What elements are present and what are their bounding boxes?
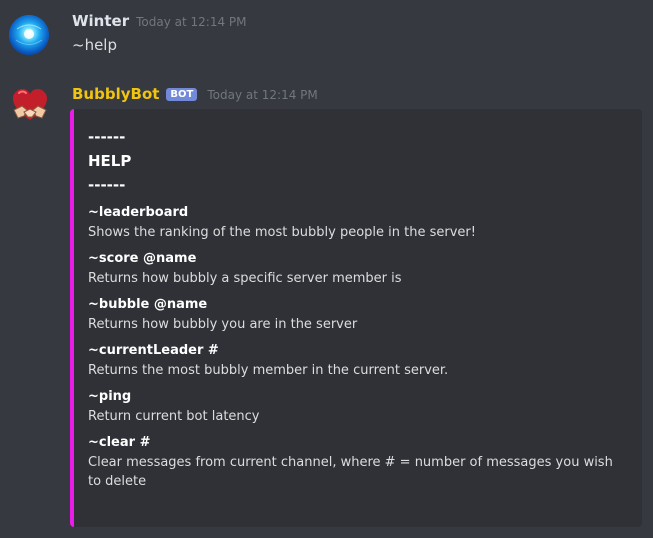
embed-field: ~clear # Clear messages from current cha…	[88, 433, 628, 491]
embed-field: ~leaderboard Shows the ranking of the mo…	[88, 203, 628, 242]
message-winter: Winter Today at 12:14 PM ~help	[0, 0, 653, 70]
heart-handshake-avatar-graphic	[13, 89, 47, 120]
field-name: ~bubble @name	[88, 297, 208, 312]
embed-field: ~ping Return current bot latency	[88, 387, 628, 426]
heart-handshake-avatar-icon[interactable]	[10, 86, 50, 126]
embed-title-line: ------	[88, 128, 126, 146]
field-value: Returns the most bubbly member in the cu…	[88, 363, 449, 378]
field-value: Returns how bubbly a specific server mem…	[88, 271, 402, 286]
bot-badge: BOT	[166, 88, 198, 101]
message-content: ~help	[72, 36, 117, 54]
embed-title: ------ HELP ------	[88, 125, 628, 197]
message-header: Winter Today at 12:14 PM	[72, 12, 247, 30]
field-name: ~leaderboard	[88, 205, 189, 220]
message-header: BubblyBot BOT Today at 12:14 PM	[72, 85, 318, 103]
field-value: Clear messages from current channel, whe…	[88, 455, 613, 489]
embed-title-line: ------	[88, 176, 126, 194]
help-embed: ------ HELP ------ ~leaderboard Shows th…	[70, 109, 642, 527]
message-bubblybot: BubblyBot BOT Today at 12:14 PM ------ H…	[0, 78, 653, 538]
embed-title-line: HELP	[88, 152, 132, 170]
blue-orb-avatar-icon[interactable]	[9, 15, 49, 55]
timestamp: Today at 12:14 PM	[207, 88, 318, 102]
field-value: Shows the ranking of the most bubbly peo…	[88, 225, 476, 240]
embed-field: ~bubble @name Returns how bubbly you are…	[88, 295, 628, 334]
field-name: ~ping	[88, 389, 132, 404]
field-name: ~currentLeader #	[88, 343, 219, 358]
chat-messages: Winter Today at 12:14 PM ~help BubblyBot…	[0, 0, 653, 538]
blue-orb-avatar-graphic	[9, 15, 49, 55]
field-value: Returns how bubbly you are in the server	[88, 317, 358, 332]
embed-field: ~currentLeader # Returns the most bubbly…	[88, 341, 628, 380]
timestamp: Today at 12:14 PM	[136, 15, 247, 29]
field-name: ~score @name	[88, 251, 197, 266]
embed-field: ~score @name Returns how bubbly a specif…	[88, 249, 628, 288]
field-name: ~clear #	[88, 435, 151, 450]
username[interactable]: Winter	[72, 12, 129, 30]
username[interactable]: BubblyBot	[72, 85, 159, 103]
field-value: Return current bot latency	[88, 409, 260, 424]
